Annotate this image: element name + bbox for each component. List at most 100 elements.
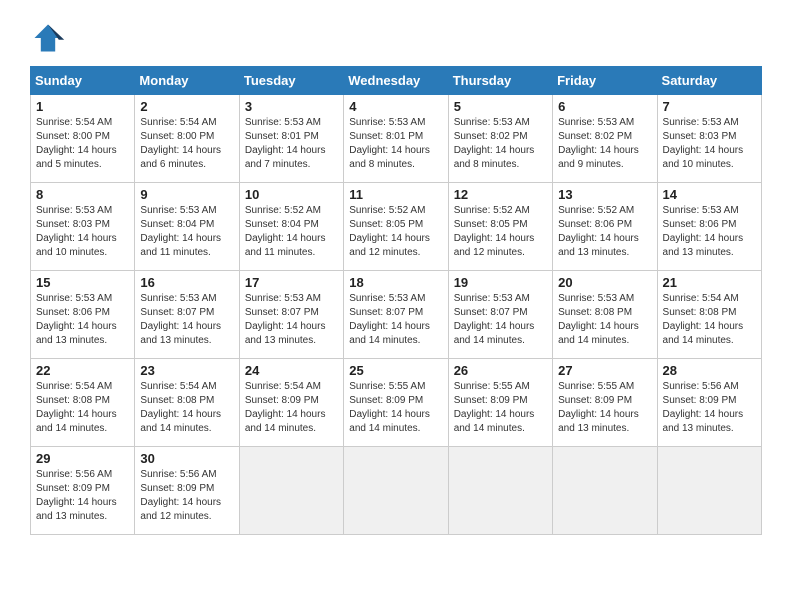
calendar-cell: 6 Sunrise: 5:53 AM Sunset: 8:02 PM Daylig…	[553, 95, 657, 183]
day-number: 12	[454, 187, 547, 202]
day-info: Sunrise: 5:56 AM Sunset: 8:09 PM Dayligh…	[140, 468, 233, 524]
calendar-cell	[657, 447, 761, 535]
calendar-header: SundayMondayTuesdayWednesdayThursdayFrid…	[31, 67, 762, 95]
weekday-header-row: SundayMondayTuesdayWednesdayThursdayFrid…	[31, 67, 762, 95]
day-info: Sunrise: 5:54 AM Sunset: 8:08 PM Dayligh…	[140, 380, 233, 436]
week-row-3: 15 Sunrise: 5:53 AM Sunset: 8:06 PM Dayli…	[31, 271, 762, 359]
logo-icon	[30, 20, 66, 56]
day-number: 15	[36, 275, 129, 290]
day-info: Sunrise: 5:53 AM Sunset: 8:08 PM Dayligh…	[558, 292, 651, 348]
day-info: Sunrise: 5:52 AM Sunset: 8:06 PM Dayligh…	[558, 204, 651, 260]
week-row-1: 1Sunrise: 5:54 AM Sunset: 8:00 PM Daylig…	[31, 95, 762, 183]
calendar-cell	[553, 447, 657, 535]
day-info: Sunrise: 5:53 AM Sunset: 8:07 PM Dayligh…	[140, 292, 233, 348]
day-number: 11	[349, 187, 442, 202]
day-info: Sunrise: 5:56 AM Sunset: 8:09 PM Dayligh…	[36, 468, 129, 524]
calendar-cell: 7Sunrise: 5:53 AM Sunset: 8:03 PM Daylig…	[657, 95, 761, 183]
day-number: 29	[36, 451, 129, 466]
calendar-cell: 18 Sunrise: 5:53 AM Sunset: 8:07 PM Dayli…	[344, 271, 448, 359]
calendar-cell: 27Sunrise: 5:55 AM Sunset: 8:09 PM Dayli…	[553, 359, 657, 447]
day-info: Sunrise: 5:53 AM Sunset: 8:01 PM Dayligh…	[349, 116, 442, 172]
day-number: 17	[245, 275, 338, 290]
calendar-cell: 15 Sunrise: 5:53 AM Sunset: 8:06 PM Dayli…	[31, 271, 135, 359]
day-info: Sunrise: 5:55 AM Sunset: 8:09 PM Dayligh…	[349, 380, 442, 436]
calendar-cell: 20 Sunrise: 5:53 AM Sunset: 8:08 PM Dayli…	[553, 271, 657, 359]
calendar-body: 1Sunrise: 5:54 AM Sunset: 8:00 PM Daylig…	[31, 95, 762, 535]
day-number: 13	[558, 187, 651, 202]
calendar-cell: 13 Sunrise: 5:52 AM Sunset: 8:06 PM Dayli…	[553, 183, 657, 271]
day-info: Sunrise: 5:52 AM Sunset: 8:04 PM Dayligh…	[245, 204, 338, 260]
day-info: Sunrise: 5:53 AM Sunset: 8:04 PM Dayligh…	[140, 204, 233, 260]
calendar-cell: 9 Sunrise: 5:53 AM Sunset: 8:04 PM Daylig…	[135, 183, 239, 271]
week-row-2: 8 Sunrise: 5:53 AM Sunset: 8:03 PM Daylig…	[31, 183, 762, 271]
day-number: 21	[663, 275, 756, 290]
calendar-cell: 25 Sunrise: 5:55 AM Sunset: 8:09 PM Dayli…	[344, 359, 448, 447]
weekday-wednesday: Wednesday	[344, 67, 448, 95]
calendar-table: SundayMondayTuesdayWednesdayThursdayFrid…	[30, 66, 762, 535]
calendar-cell	[448, 447, 552, 535]
day-info: Sunrise: 5:55 AM Sunset: 8:09 PM Dayligh…	[454, 380, 547, 436]
day-number: 6	[558, 99, 651, 114]
day-number: 10	[245, 187, 338, 202]
calendar-cell	[239, 447, 343, 535]
calendar-cell: 10 Sunrise: 5:52 AM Sunset: 8:04 PM Dayli…	[239, 183, 343, 271]
day-info: Sunrise: 5:53 AM Sunset: 8:03 PM Dayligh…	[663, 116, 756, 172]
day-number: 20	[558, 275, 651, 290]
calendar-cell: 24 Sunrise: 5:54 AM Sunset: 8:09 PM Dayli…	[239, 359, 343, 447]
calendar-cell: 12 Sunrise: 5:52 AM Sunset: 8:05 PM Dayli…	[448, 183, 552, 271]
week-row-4: 22 Sunrise: 5:54 AM Sunset: 8:08 PM Dayli…	[31, 359, 762, 447]
day-info: Sunrise: 5:54 AM Sunset: 8:00 PM Dayligh…	[140, 116, 233, 172]
day-info: Sunrise: 5:53 AM Sunset: 8:02 PM Dayligh…	[558, 116, 651, 172]
calendar-cell	[344, 447, 448, 535]
day-number: 30	[140, 451, 233, 466]
day-info: Sunrise: 5:53 AM Sunset: 8:06 PM Dayligh…	[663, 204, 756, 260]
day-number: 28	[663, 363, 756, 378]
page-header	[30, 20, 762, 56]
day-info: Sunrise: 5:53 AM Sunset: 8:06 PM Dayligh…	[36, 292, 129, 348]
day-number: 26	[454, 363, 547, 378]
calendar-cell: 26 Sunrise: 5:55 AM Sunset: 8:09 PM Dayli…	[448, 359, 552, 447]
week-row-5: 29 Sunrise: 5:56 AM Sunset: 8:09 PM Dayli…	[31, 447, 762, 535]
day-info: Sunrise: 5:55 AM Sunset: 8:09 PM Dayligh…	[558, 380, 651, 436]
day-info: Sunrise: 5:54 AM Sunset: 8:08 PM Dayligh…	[36, 380, 129, 436]
day-number: 22	[36, 363, 129, 378]
calendar-cell: 29 Sunrise: 5:56 AM Sunset: 8:09 PM Dayli…	[31, 447, 135, 535]
day-number: 19	[454, 275, 547, 290]
day-number: 4	[349, 99, 442, 114]
day-info: Sunrise: 5:54 AM Sunset: 8:09 PM Dayligh…	[245, 380, 338, 436]
calendar-cell: 1Sunrise: 5:54 AM Sunset: 8:00 PM Daylig…	[31, 95, 135, 183]
day-info: Sunrise: 5:52 AM Sunset: 8:05 PM Dayligh…	[454, 204, 547, 260]
day-info: Sunrise: 5:53 AM Sunset: 8:07 PM Dayligh…	[454, 292, 547, 348]
day-number: 18	[349, 275, 442, 290]
weekday-saturday: Saturday	[657, 67, 761, 95]
day-info: Sunrise: 5:56 AM Sunset: 8:09 PM Dayligh…	[663, 380, 756, 436]
day-number: 8	[36, 187, 129, 202]
day-info: Sunrise: 5:54 AM Sunset: 8:00 PM Dayligh…	[36, 116, 129, 172]
day-number: 14	[663, 187, 756, 202]
day-info: Sunrise: 5:53 AM Sunset: 8:07 PM Dayligh…	[245, 292, 338, 348]
day-number: 23	[140, 363, 233, 378]
calendar-cell: 11Sunrise: 5:52 AM Sunset: 8:05 PM Dayli…	[344, 183, 448, 271]
day-info: Sunrise: 5:53 AM Sunset: 8:02 PM Dayligh…	[454, 116, 547, 172]
day-info: Sunrise: 5:53 AM Sunset: 8:03 PM Dayligh…	[36, 204, 129, 260]
calendar-cell: 5 Sunrise: 5:53 AM Sunset: 8:02 PM Daylig…	[448, 95, 552, 183]
calendar-cell: 2 Sunrise: 5:54 AM Sunset: 8:00 PM Daylig…	[135, 95, 239, 183]
calendar-cell: 3 Sunrise: 5:53 AM Sunset: 8:01 PM Daylig…	[239, 95, 343, 183]
day-info: Sunrise: 5:53 AM Sunset: 8:01 PM Dayligh…	[245, 116, 338, 172]
day-number: 24	[245, 363, 338, 378]
calendar-cell: 23 Sunrise: 5:54 AM Sunset: 8:08 PM Dayli…	[135, 359, 239, 447]
weekday-thursday: Thursday	[448, 67, 552, 95]
day-number: 9	[140, 187, 233, 202]
calendar-cell: 8 Sunrise: 5:53 AM Sunset: 8:03 PM Daylig…	[31, 183, 135, 271]
calendar-cell: 4 Sunrise: 5:53 AM Sunset: 8:01 PM Daylig…	[344, 95, 448, 183]
day-number: 5	[454, 99, 547, 114]
day-info: Sunrise: 5:53 AM Sunset: 8:07 PM Dayligh…	[349, 292, 442, 348]
day-number: 2	[140, 99, 233, 114]
calendar-cell: 21 Sunrise: 5:54 AM Sunset: 8:08 PM Dayli…	[657, 271, 761, 359]
weekday-monday: Monday	[135, 67, 239, 95]
day-number: 25	[349, 363, 442, 378]
day-number: 3	[245, 99, 338, 114]
weekday-friday: Friday	[553, 67, 657, 95]
weekday-sunday: Sunday	[31, 67, 135, 95]
day-info: Sunrise: 5:54 AM Sunset: 8:08 PM Dayligh…	[663, 292, 756, 348]
